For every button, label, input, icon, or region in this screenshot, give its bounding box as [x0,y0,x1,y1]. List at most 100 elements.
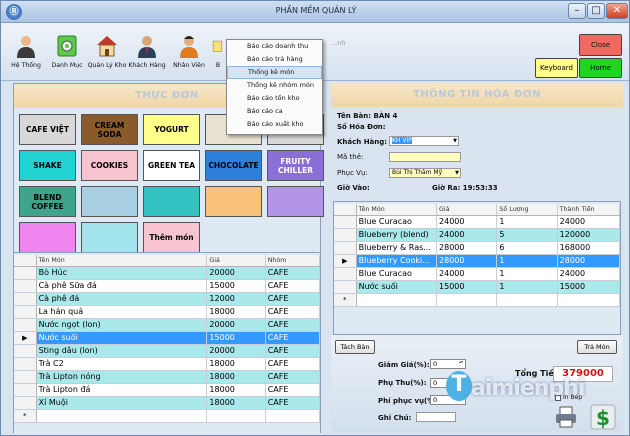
table-cell[interactable]: 1 [496,267,558,281]
table-cell[interactable]: 1 [496,254,558,268]
table-row[interactable]: ▶ Nước suối 15000 CAFE [14,331,321,345]
table-cell[interactable]: Blueberry Cooki... [356,254,438,268]
menu-category-button[interactable] [81,222,138,253]
menu-category-button[interactable]: COOKIES [81,150,138,181]
table-cell[interactable]: Nước suối [36,331,208,345]
row-header[interactable] [334,215,357,229]
table-cell[interactable]: Trà C2 [36,357,208,371]
report-menu-item[interactable]: Báo cáo tồn kho [227,92,322,105]
card-input[interactable] [389,152,461,162]
row-header[interactable] [334,228,357,242]
table-cell[interactable] [36,409,208,423]
table-cell[interactable]: 24000 [557,215,621,229]
toolbar-nhan-vien[interactable]: Nhân Viên [167,34,211,78]
table-cell[interactable]: 18000 [206,357,266,371]
table-cell[interactable]: 20000 [206,266,266,280]
menu-category-button[interactable]: CAFE VIỆT [19,114,76,145]
table-row[interactable]: Cà phê Sữa đá 15000 CAFE [14,279,321,293]
column-header[interactable]: Tên Món [36,255,208,267]
table-cell[interactable]: Xí Muội [36,396,208,410]
table-cell[interactable]: 28000 [557,254,621,268]
table-row[interactable]: Bò Húc 20000 CAFE [14,266,321,280]
row-header[interactable] [334,267,357,281]
split-table-button[interactable]: Tách Bàn [335,340,375,354]
report-menu-item[interactable]: Báo cáo trả hàng [227,53,322,66]
table-cell[interactable]: Blue Curacao [356,215,438,229]
table-cell[interactable]: 28000 [436,241,498,255]
row-header[interactable] [14,305,37,319]
table-cell[interactable]: 18000 [206,305,266,319]
minimize-button[interactable]: – [568,3,586,19]
customer-select[interactable]: KH VIP ▼ [389,136,459,146]
table-cell[interactable]: 1 [496,215,558,229]
menu-category-button[interactable]: SHAKE [19,150,76,181]
row-header[interactable] [14,357,37,371]
table-cell[interactable]: 6 [496,241,558,255]
menu-category-button[interactable]: Thêm món [143,222,200,253]
table-row[interactable]: Xí Muội 18000 CAFE [14,396,321,410]
row-header[interactable] [334,241,357,255]
close-button[interactable]: Close [579,34,622,56]
table-cell[interactable]: 15000 [436,280,498,294]
table-cell[interactable]: La hán quả [36,305,208,319]
table-cell[interactable]: 18000 [206,383,266,397]
table-cell[interactable]: 24000 [436,267,498,281]
row-header[interactable] [14,318,37,332]
column-header[interactable]: Nhóm [265,255,321,267]
row-header[interactable] [14,279,37,293]
table-row[interactable]: Nước ngọt (lon) 20000 CAFE [14,318,321,332]
table-cell[interactable]: CAFE [265,305,321,319]
row-header[interactable] [14,266,37,280]
table-cell[interactable]: CAFE [265,370,321,384]
table-cell[interactable] [557,293,621,307]
keyboard-button[interactable]: Keyboard [535,58,578,78]
row-header[interactable] [14,344,37,358]
row-header[interactable] [14,292,37,306]
toolbar-danh-muc[interactable]: Danh Mục [45,34,89,78]
menu-category-button[interactable] [267,186,324,217]
row-header[interactable]: ▶ [334,254,357,268]
table-cell[interactable]: 15000 [206,331,266,345]
close-window-button[interactable]: ✕ [606,3,628,19]
table-cell[interactable]: 20000 [206,318,266,332]
table-cell[interactable]: 1 [496,280,558,294]
title-bar[interactable]: Ⓡ PHẦN MỀM QUẢN LÝ – □ ✕ [1,1,629,23]
table-cell[interactable] [496,293,558,307]
table-row[interactable]: Trà Lipton nóng 18000 CAFE [14,370,321,384]
report-menu-item[interactable]: Báo cáo ca [227,105,322,118]
table-row[interactable]: Cà phê đá 12000 CAFE [14,292,321,306]
table-cell[interactable] [356,293,438,307]
table-cell[interactable]: Sting dâu (lon) [36,344,208,358]
column-header[interactable]: Giá [206,255,266,267]
table-cell[interactable] [436,293,498,307]
table-cell[interactable]: 18000 [206,370,266,384]
table-cell[interactable]: Cà phê Sữa đá [36,279,208,293]
table-cell[interactable]: Trà Lipton nóng [36,370,208,384]
table-row[interactable]: Blue Curacao 24000 1 24000 [334,215,621,229]
table-cell[interactable]: Cà phê đá [36,292,208,306]
return-item-button[interactable]: Trả Món [577,340,617,354]
table-row[interactable]: Blueberry & Ras... 28000 6 168000 [334,241,621,255]
table-row[interactable]: La hán quả 18000 CAFE [14,305,321,319]
table-row[interactable]: * [334,293,621,307]
toolbar-quan-ly-kho[interactable]: Quản Lý Kho [85,34,129,78]
table-row[interactable]: Blueberry (blend) 24000 5 120000 [334,228,621,242]
table-row[interactable]: Blue Curacao 24000 1 24000 [334,267,621,281]
table-row[interactable]: Nước suối 15000 1 15000 [334,280,621,294]
table-cell[interactable]: Trà Lipton đá [36,383,208,397]
toolbar-bao-cao[interactable]: B [208,34,228,78]
table-cell[interactable]: Blueberry & Ras... [356,241,438,255]
row-header[interactable]: * [334,293,357,307]
menu-category-button[interactable]: FRUITY CHILLER [267,150,324,181]
maximize-button[interactable]: □ [587,3,605,19]
row-header[interactable] [14,370,37,384]
toolbar-he-thong[interactable]: Hệ Thống [4,34,48,78]
printer-icon[interactable] [554,405,578,429]
column-header[interactable]: Thành Tiền [557,204,621,216]
table-cell[interactable]: 120000 [557,228,621,242]
table-row[interactable]: Trà Lipton đá 18000 CAFE [14,383,321,397]
table-cell[interactable]: 28000 [436,254,498,268]
toolbar-khach-hang[interactable]: Khách Hàng [125,34,169,78]
column-header[interactable]: Giá [436,204,498,216]
table-cell[interactable]: CAFE [265,292,321,306]
